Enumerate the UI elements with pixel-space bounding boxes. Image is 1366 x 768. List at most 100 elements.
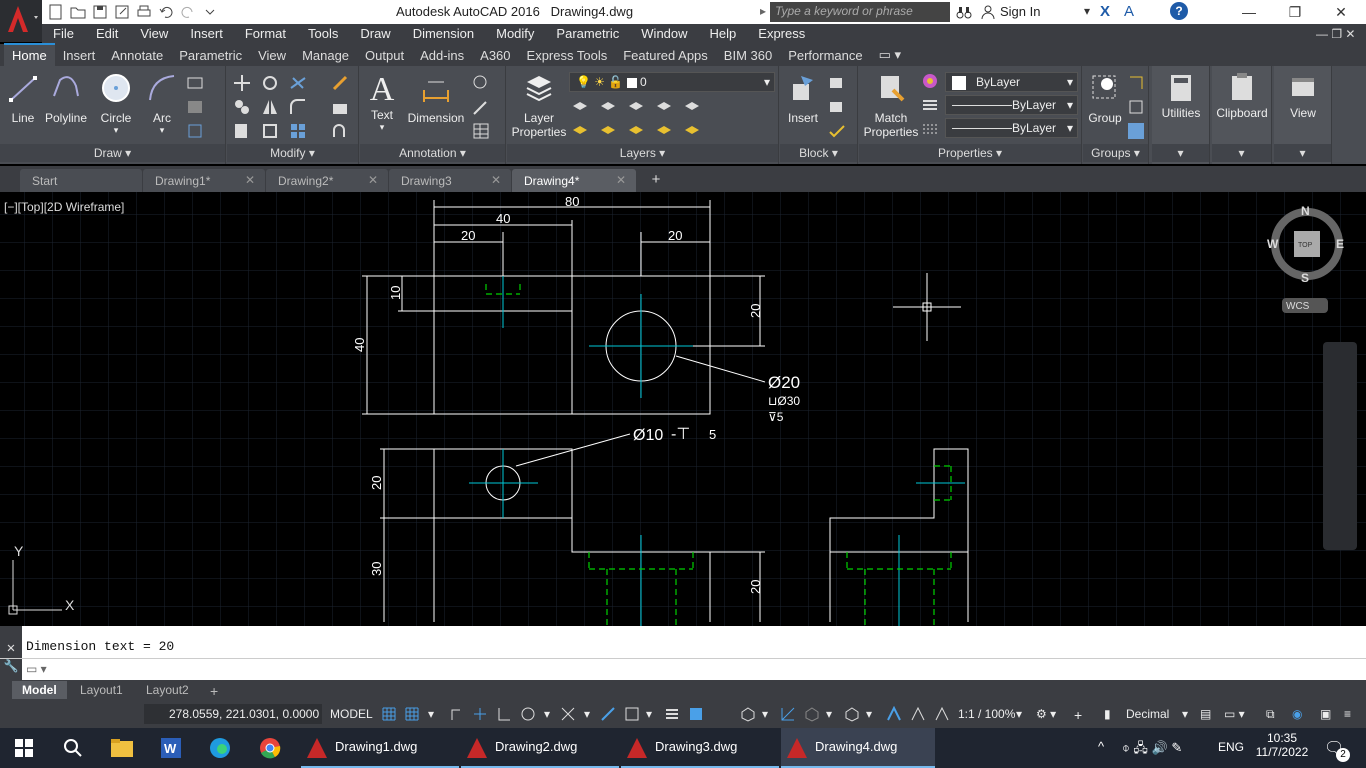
tab-featured-apps[interactable]: Featured Apps	[615, 45, 716, 66]
windows-start-icon[interactable]	[14, 738, 34, 758]
polar-icon[interactable]	[520, 706, 536, 722]
group-selection-icon[interactable]	[1127, 122, 1145, 140]
dynamic-ucs-icon[interactable]	[804, 706, 820, 722]
clipboard-dropdown-icon[interactable]: ▾	[1212, 144, 1271, 162]
modify-panel-label[interactable]: Modify ▾	[227, 144, 358, 162]
search-input[interactable]: Type a keyword or phrase	[770, 2, 950, 22]
menu-window[interactable]: Window	[630, 24, 698, 44]
boundary-icon[interactable]	[186, 122, 204, 140]
menu-parametric[interactable]: Parametric	[545, 24, 630, 44]
text-button[interactable]: A Text ▾	[364, 72, 400, 133]
plot-icon[interactable]	[136, 4, 152, 20]
3d-osnap-icon[interactable]	[780, 706, 796, 722]
undo-icon[interactable]	[158, 4, 174, 20]
circle-button[interactable]: Circle ▾	[96, 72, 136, 136]
layer-properties-button[interactable]: Layer Properties	[511, 72, 567, 139]
rectangle-icon[interactable]	[186, 74, 204, 92]
taskbar-app-drawing1[interactable]: Drawing1.dwg	[301, 728, 459, 768]
doc-tab-drawing3[interactable]: Drawing3 ✕	[389, 169, 511, 192]
layer-unlock-icon[interactable]	[655, 122, 673, 140]
utilities-panel[interactable]: Utilities ▾	[1152, 66, 1210, 164]
lineweight-dropdown[interactable]: ByLayer ▾	[945, 118, 1078, 138]
menu-tools[interactable]: Tools	[297, 24, 349, 44]
save-as-icon[interactable]	[114, 4, 130, 20]
rotate-icon[interactable]	[261, 74, 279, 92]
object-snap-tracking-icon[interactable]	[600, 706, 616, 722]
group-button[interactable]: Group	[1085, 72, 1125, 125]
new-tab-button[interactable]: +	[646, 171, 666, 189]
doc-tab-drawing1[interactable]: Drawing1* ✕	[143, 169, 265, 192]
tab-manage[interactable]: Manage	[294, 45, 357, 66]
layer-off-icon[interactable]	[571, 98, 589, 116]
layer-dropdown[interactable]: 💡 ☀ 🔓 0 ▾	[569, 72, 775, 92]
annotation-scale-dropdown-icon[interactable]: ▾	[1016, 707, 1022, 721]
word-icon[interactable]: W	[160, 737, 182, 759]
match-properties-button[interactable]: Match Properties	[863, 72, 919, 139]
arc-button[interactable]: Arc ▾	[142, 72, 182, 136]
application-menu-button[interactable]	[0, 0, 42, 42]
tab-parametric[interactable]: Parametric	[171, 45, 250, 66]
quick-properties-icon[interactable]: ▤	[1200, 707, 1211, 721]
object-snap-dropdown-icon[interactable]: ▾	[646, 707, 652, 721]
file-explorer-icon[interactable]	[110, 737, 134, 759]
doc-tab-start[interactable]: Start	[20, 169, 142, 192]
scale-icon[interactable]	[261, 122, 279, 140]
layer-thaw-all-icon[interactable]	[627, 122, 645, 140]
tray-icons[interactable]: ⌽ 🖧 🔊 ✎	[1122, 739, 1182, 761]
coordinates-readout[interactable]: 278.0559, 221.0301, 0.0000	[144, 704, 322, 724]
selection-filter-icon[interactable]	[844, 706, 860, 722]
tray-overflow-icon[interactable]: ^	[1098, 739, 1104, 754]
taskbar-app-drawing2[interactable]: Drawing2.dwg	[461, 728, 619, 768]
clean-screen-icon[interactable]: ▣	[1320, 707, 1331, 721]
ortho-icon[interactable]	[496, 706, 512, 722]
copy-icon[interactable]	[233, 98, 251, 116]
restore-button[interactable]: ❐	[1272, 0, 1318, 24]
close-button[interactable]: ✕	[1318, 0, 1364, 24]
move-icon[interactable]	[233, 74, 251, 92]
model-space-toggle[interactable]: MODEL	[330, 707, 373, 721]
ribbon-minimize-icon[interactable]: ▭ ▾	[871, 44, 909, 66]
draw-panel-label[interactable]: Draw ▾	[0, 144, 225, 162]
navigation-bar[interactable]	[1323, 342, 1357, 550]
text-dropdown-icon[interactable]: ▾	[364, 122, 400, 133]
multileader-icon[interactable]	[472, 98, 490, 116]
dynamic-input-icon[interactable]	[472, 706, 488, 722]
menu-modify[interactable]: Modify	[485, 24, 545, 44]
tab-view[interactable]: View	[250, 45, 294, 66]
infer-constraints-icon[interactable]	[448, 706, 464, 722]
command-line[interactable]: 🔧 ▭ ▾	[0, 658, 1366, 681]
tab-layout1[interactable]: Layout1	[70, 681, 133, 699]
edit-block-icon[interactable]	[828, 98, 846, 116]
tab-layout2[interactable]: Layout2	[136, 681, 199, 699]
auto-scale-icon[interactable]	[934, 706, 950, 722]
insert-button[interactable]: Insert	[784, 72, 822, 125]
color-wheel-icon[interactable]	[921, 72, 939, 90]
line-button[interactable]: Line	[4, 72, 42, 125]
view-dropdown-icon[interactable]: ▾	[1274, 144, 1331, 162]
layers-panel-label[interactable]: Layers ▾	[507, 144, 778, 162]
wrench-icon[interactable]: 🔧	[0, 659, 22, 681]
array-icon[interactable]	[289, 122, 307, 140]
tab-home[interactable]: Home	[4, 43, 55, 66]
snap-icon[interactable]	[404, 706, 420, 722]
redo-icon[interactable]	[180, 4, 196, 20]
leader-icon[interactable]	[472, 74, 490, 92]
clock[interactable]: 10:35 11/7/2022	[1252, 731, 1312, 759]
menu-view[interactable]: View	[129, 24, 179, 44]
view-panel[interactable]: View ▾	[1274, 66, 1332, 164]
layer-match-icon[interactable]	[683, 98, 701, 116]
block-panel-label[interactable]: Block ▾	[780, 144, 857, 162]
close-icon[interactable]: ✕	[616, 173, 626, 187]
menu-file[interactable]: File	[42, 24, 85, 44]
drawing-canvas[interactable]: 80 40 20 20 10 40 20 Ø20 ⊔Ø30 ⊽5 Ø10 -⊤ …	[0, 192, 1366, 626]
arc-dropdown-icon[interactable]: ▾	[142, 125, 182, 136]
sign-in-dropdown-icon[interactable]: ▾	[1084, 4, 1090, 18]
lineweight-icon[interactable]	[921, 120, 939, 138]
menu-help[interactable]: Help	[699, 24, 748, 44]
linetype-icon[interactable]	[921, 96, 939, 114]
save-icon[interactable]	[92, 4, 108, 20]
tab-model[interactable]: Model	[12, 681, 67, 699]
properties-panel-label[interactable]: Properties ▾	[859, 144, 1081, 162]
circle-dropdown-icon[interactable]: ▾	[96, 125, 136, 136]
customization-icon[interactable]: ≡	[1344, 707, 1351, 721]
